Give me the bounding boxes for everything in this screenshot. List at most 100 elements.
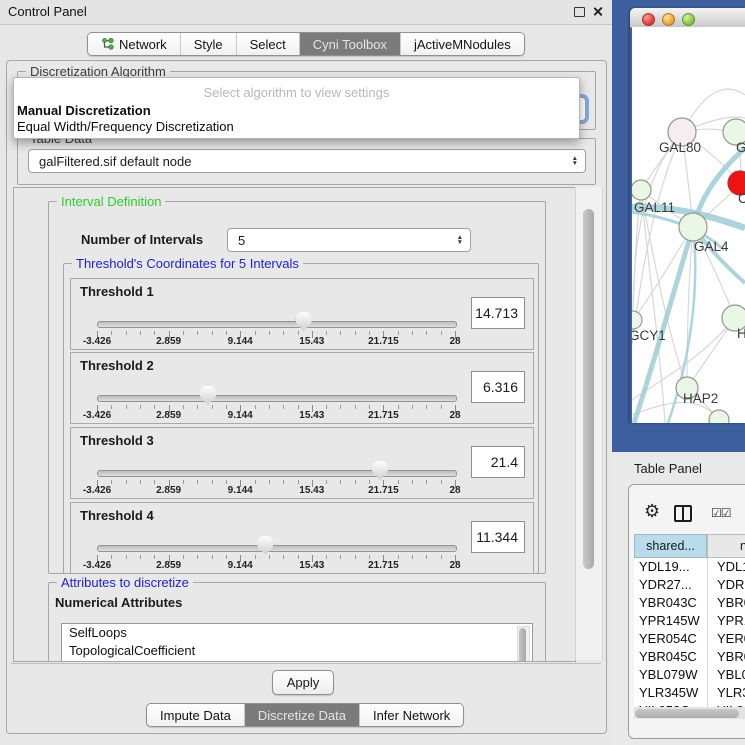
table-row[interactable]: YPR145WYPR1	[634, 612, 745, 630]
number-of-intervals-label: Number of Intervals	[81, 232, 203, 247]
slider-tick	[326, 405, 327, 409]
table-row[interactable]: YBR043CYBR0	[634, 594, 745, 612]
table-row[interactable]: YDL19...YDL1	[634, 558, 745, 576]
table-hscrollbar[interactable]	[634, 707, 745, 719]
number-of-intervals-combobox[interactable]: 5 ▲▼	[227, 228, 471, 252]
tab-cyni-toolbox[interactable]: Cyni Toolbox	[299, 33, 400, 55]
apply-button[interactable]: Apply	[272, 670, 334, 695]
slider-tick	[369, 555, 370, 559]
tab-impute-data[interactable]: Impute Data	[147, 704, 244, 726]
close-traffic-light-icon[interactable]	[642, 13, 655, 26]
settings-scrollbar[interactable]	[575, 187, 603, 660]
slider-tick-label: -3.426	[83, 410, 111, 421]
slider-track[interactable]	[97, 470, 457, 477]
tab-style[interactable]: Style	[180, 33, 236, 55]
cell-name: YPR1	[717, 613, 745, 628]
network-canvas[interactable]: GAL80GACGAL11GAL4GCY1HHAP2	[632, 27, 745, 423]
slider-track[interactable]	[97, 321, 457, 328]
select-columns-checkboxes-icon[interactable]: ☑☑	[711, 506, 731, 520]
table-rows[interactable]: YDL19...YDL1YDR27...YDR2YBR043CYBR0YPR14…	[634, 558, 745, 707]
slider-tick	[226, 405, 227, 409]
divider	[11, 663, 601, 664]
node-label-c: C	[738, 191, 745, 206]
thresholds-group: Threshold's Coordinates for 5 Intervals …	[63, 263, 539, 574]
slider-thumb[interactable]	[296, 312, 312, 331]
table-row[interactable]: YBR045CYBR0	[634, 648, 745, 666]
threshold-value-field[interactable]: 21.4	[471, 446, 525, 478]
settings-scrollbar-thumb[interactable]	[583, 209, 594, 569]
attribute-list-item[interactable]: SelfLoops	[62, 624, 532, 642]
tab-infer-network[interactable]: Infer Network	[359, 704, 463, 726]
node-table-window: ⚙ ☑☑ shared... na YDL19...YDL1YDR27...YD…	[628, 484, 745, 739]
tab-discretize-data-label: Discretize Data	[258, 708, 346, 723]
list-scrollbar-thumb[interactable]	[519, 628, 526, 662]
tab-discretize-data[interactable]: Discretize Data	[244, 704, 359, 726]
table-row[interactable]: YLR345WYLR3	[634, 684, 745, 702]
control-panel-titlebar: Control Panel	[0, 0, 612, 25]
table-row[interactable]: YDR27...YDR2	[634, 576, 745, 594]
slider-tick	[298, 331, 299, 335]
threshold-value-field[interactable]: 11.344	[471, 521, 525, 553]
tab-jactivemnodules[interactable]: jActiveMNodules	[400, 33, 524, 55]
slider-thumb[interactable]	[372, 461, 388, 480]
slider-tick	[183, 405, 184, 409]
numerical-attributes-list[interactable]: SelfLoopsTopologicalCoefficientBetweenne…	[61, 623, 533, 662]
close-icon[interactable]	[592, 6, 603, 17]
threshold-value-field[interactable]: 14.713	[471, 297, 525, 329]
float-window-icon[interactable]	[574, 7, 585, 17]
numerical-attributes-label: Numerical Attributes	[55, 595, 182, 610]
column-header-name[interactable]: na	[707, 534, 745, 558]
column-header-shared-name[interactable]: shared...	[634, 534, 707, 558]
table-hscrollbar-thumb[interactable]	[635, 709, 739, 718]
minimize-traffic-light-icon[interactable]	[662, 13, 675, 26]
slider-thumb[interactable]	[257, 536, 273, 555]
table-data-combobox[interactable]: galFiltered.sif default node ▲▼	[28, 149, 586, 173]
slider-tick	[212, 555, 213, 559]
cell-name: YER0	[717, 631, 745, 646]
attribute-list-item[interactable]: TopologicalCoefficient	[62, 642, 532, 660]
table-row[interactable]: YBL079WYBL0	[634, 666, 745, 684]
slider-tick	[212, 405, 213, 409]
table-row[interactable]: YER054CYER0	[634, 630, 745, 648]
network-node-gcy1[interactable]	[632, 311, 642, 329]
threshold-value-field[interactable]: 6.316	[471, 371, 525, 403]
network-node-gal11[interactable]	[632, 180, 651, 200]
zoom-traffic-light-icon[interactable]	[682, 13, 695, 26]
slider-tick	[398, 331, 399, 335]
slider-tick	[426, 405, 427, 409]
slider-tick	[126, 480, 127, 484]
dropdown-option-equal-width[interactable]: Equal Width/Frequency Discretization	[17, 119, 234, 134]
slider-thumb[interactable]	[200, 386, 216, 405]
slider-tick	[426, 555, 427, 559]
slider-tick-label: 2.859	[156, 485, 181, 496]
slider-tick	[197, 555, 198, 559]
network-window-titlebar[interactable]	[630, 8, 745, 28]
network-node-gal4[interactable]	[679, 213, 707, 241]
dropdown-option-manual[interactable]: Manual Discretization	[17, 103, 151, 118]
split-columns-icon[interactable]	[674, 505, 692, 522]
network-icon	[101, 37, 114, 51]
slider-tick-label: 21.715	[368, 560, 399, 571]
slider-tick	[126, 555, 127, 559]
slider-tick	[326, 331, 327, 335]
tab-cyni-toolbox-label: Cyni Toolbox	[313, 37, 387, 52]
tab-select[interactable]: Select	[236, 33, 299, 55]
slider-tick	[255, 555, 256, 559]
slider-tick	[369, 405, 370, 409]
slider-tick	[340, 555, 341, 559]
slider-track[interactable]	[97, 545, 457, 552]
cell-name: YBR0	[717, 649, 745, 664]
thresholds-group-title: Threshold's Coordinates for 5 Intervals	[72, 256, 303, 271]
threshold-1-row: Threshold 1-3.4262.8599.14415.4321.71528…	[70, 278, 534, 350]
slider-tick	[340, 405, 341, 409]
tab-network[interactable]: Network	[88, 33, 180, 55]
node-label-gal80: GAL80	[659, 140, 701, 155]
slider-tick	[283, 555, 284, 559]
slider-track[interactable]	[97, 395, 457, 402]
gear-icon[interactable]: ⚙	[644, 502, 660, 520]
attribute-list-item[interactable]: BetweennessCentrality	[62, 659, 532, 662]
slider-tick	[298, 405, 299, 409]
slider-tick-label: 28	[449, 410, 460, 421]
slider-tick	[426, 331, 427, 335]
list-scrollbar[interactable]	[517, 626, 530, 662]
